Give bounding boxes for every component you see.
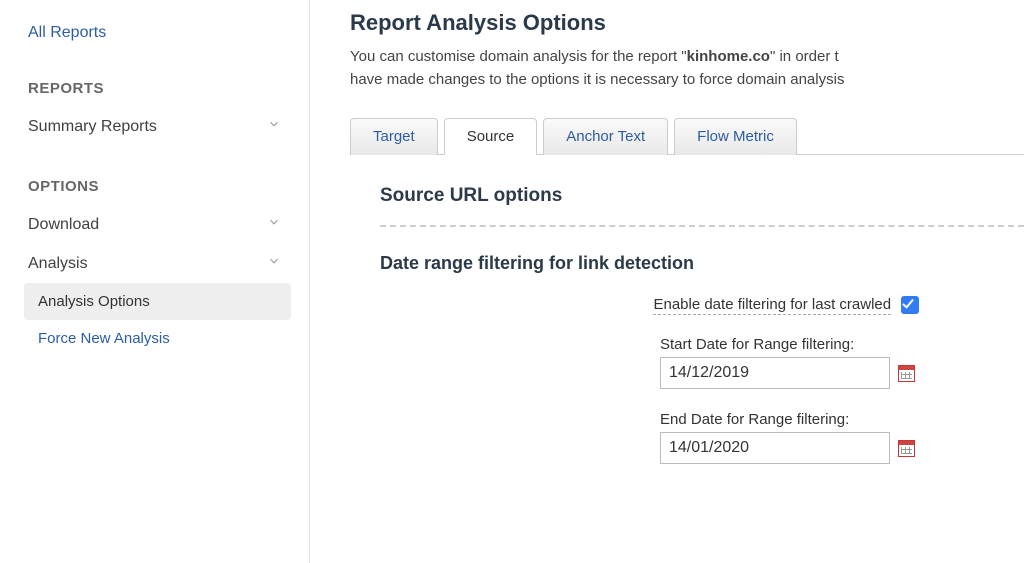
domain-name: kinhome.co xyxy=(687,48,770,65)
intro-text: You can customise domain analysis for th… xyxy=(350,46,1024,91)
all-reports-link[interactable]: All Reports xyxy=(18,18,291,48)
end-date-input[interactable] xyxy=(660,432,890,464)
source-panel: Source URL options Date range filtering … xyxy=(350,155,1024,464)
analysis-label: Analysis xyxy=(28,255,88,273)
tab-anchor-text[interactable]: Anchor Text xyxy=(543,118,668,155)
chevron-down-icon xyxy=(267,117,281,136)
download-label: Download xyxy=(28,216,99,234)
tab-flow-metric[interactable]: Flow Metric xyxy=(674,118,797,155)
calendar-icon[interactable] xyxy=(898,365,915,382)
analysis-item[interactable]: Analysis xyxy=(18,244,291,283)
summary-reports-label: Summary Reports xyxy=(28,118,157,136)
end-date-label: End Date for Range filtering: xyxy=(660,411,1024,428)
source-url-options-heading: Source URL options xyxy=(380,185,1024,207)
download-item[interactable]: Download xyxy=(18,205,291,244)
start-date-label: Start Date for Range filtering: xyxy=(660,336,1024,353)
divider xyxy=(380,225,1024,227)
enable-date-filtering-checkbox[interactable] xyxy=(901,296,919,314)
tab-target[interactable]: Target xyxy=(350,118,438,155)
chevron-down-icon xyxy=(267,254,281,273)
summary-reports-item[interactable]: Summary Reports xyxy=(18,107,291,146)
tab-source[interactable]: Source xyxy=(444,118,538,155)
date-range-heading: Date range filtering for link detection xyxy=(380,253,1024,274)
tabs: Target Source Anchor Text Flow Metric xyxy=(350,117,1024,155)
options-section-header: OPTIONS xyxy=(18,178,291,195)
chevron-down-icon xyxy=(267,215,281,234)
main-content: Report Analysis Options You can customis… xyxy=(310,0,1024,563)
page-title: Report Analysis Options xyxy=(350,10,1024,36)
start-date-input[interactable] xyxy=(660,357,890,389)
reports-section-header: REPORTS xyxy=(18,80,291,97)
analysis-options-item[interactable]: Analysis Options xyxy=(24,283,291,320)
enable-date-filtering-label: Enable date filtering for last crawled xyxy=(653,296,891,315)
sidebar: All Reports REPORTS Summary Reports OPTI… xyxy=(0,0,310,563)
force-new-analysis-item[interactable]: Force New Analysis xyxy=(24,320,291,357)
calendar-icon[interactable] xyxy=(898,440,915,457)
